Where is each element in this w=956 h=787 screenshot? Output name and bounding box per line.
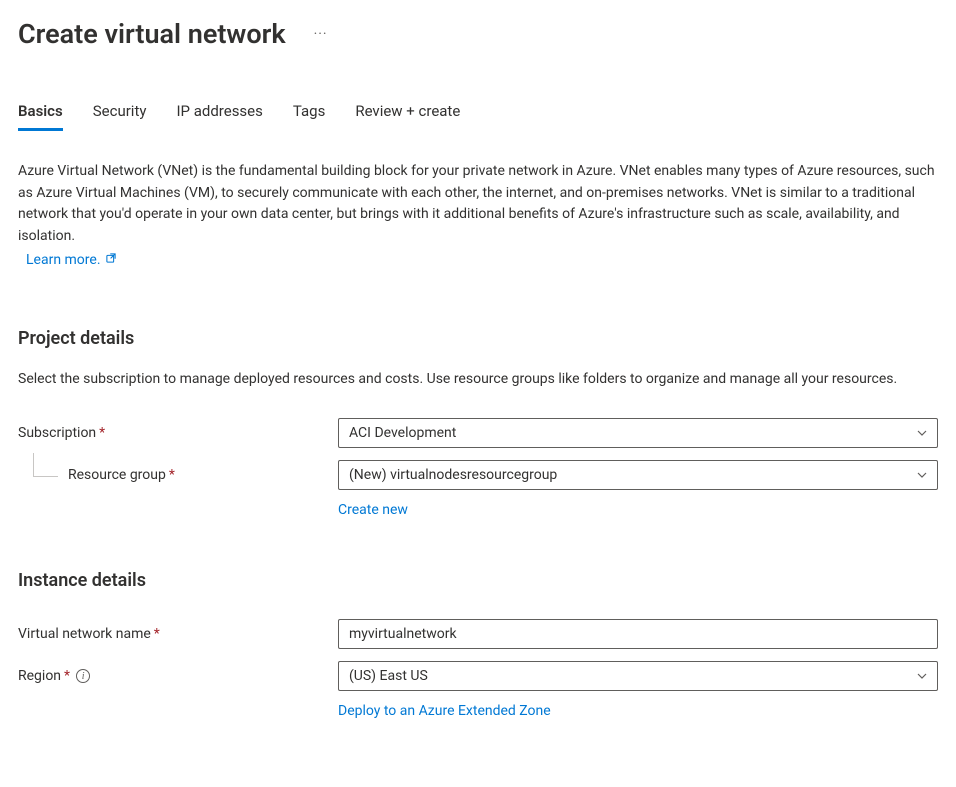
resource-group-select[interactable]: (New) virtualnodesresourcegroup [338,460,938,490]
region-select[interactable]: (US) East US [338,661,938,691]
vnet-name-input[interactable] [338,619,938,649]
external-link-icon [105,252,117,268]
vnet-name-label: Virtual network name [18,626,151,642]
info-icon[interactable]: i [76,669,90,683]
tab-basics[interactable]: Basics [18,102,63,131]
required-indicator: * [154,626,160,642]
tab-review-create[interactable]: Review + create [355,102,460,131]
subscription-select[interactable]: ACI Development [338,418,938,448]
region-label: Region [18,668,61,684]
resource-group-label: Resource group [68,467,166,483]
deploy-extended-zone-link[interactable]: Deploy to an Azure Extended Zone [338,703,551,719]
required-indicator: * [169,467,175,483]
tab-tags[interactable]: Tags [293,102,325,131]
learn-more-label: Learn more. [26,252,101,268]
tab-security[interactable]: Security [93,102,147,131]
subscription-label: Subscription [18,425,96,441]
intro-description: Azure Virtual Network (VNet) is the fund… [18,161,938,248]
page-title: Create virtual network [18,18,286,50]
tree-connector [33,453,58,477]
project-details-title: Project details [18,328,938,349]
tabs-bar: Basics Security IP addresses Tags Review… [18,102,938,131]
more-icon[interactable]: ··· [314,26,328,42]
create-new-resource-group-link[interactable]: Create new [338,502,408,518]
required-indicator: * [99,425,105,441]
instance-details-title: Instance details [18,570,938,591]
project-details-description: Select the subscription to manage deploy… [18,369,938,391]
required-indicator: * [64,668,70,684]
learn-more-link[interactable]: Learn more. [26,252,117,268]
tab-ip-addresses[interactable]: IP addresses [176,102,262,131]
